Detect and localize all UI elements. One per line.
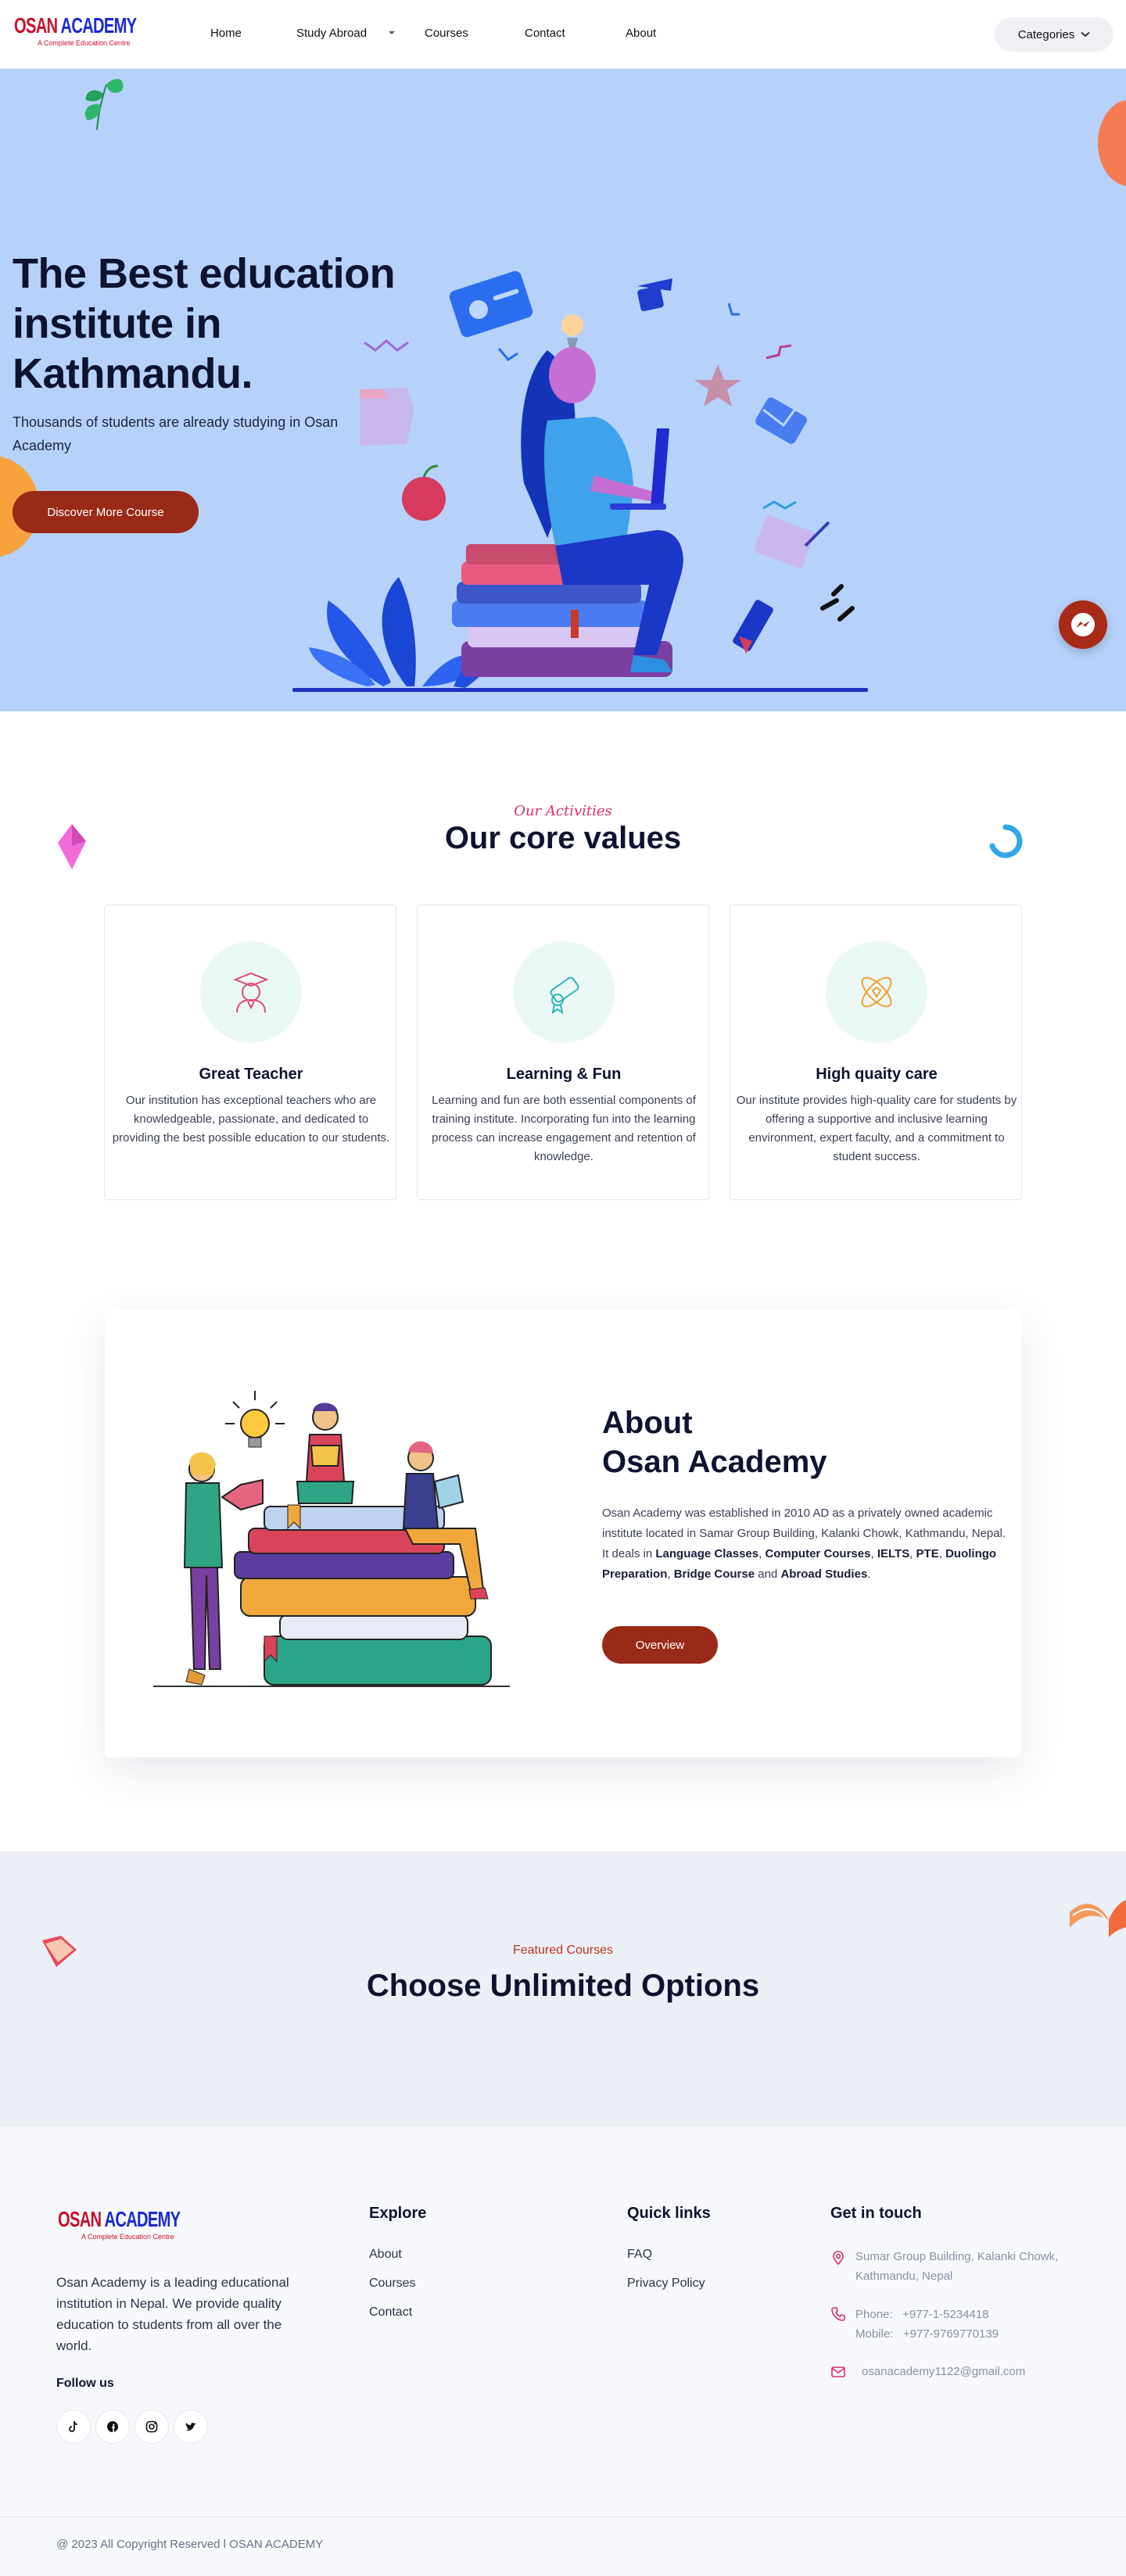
featured-courses-section: Featured Courses Choose Unlimited Option…: [0, 1851, 1126, 2126]
footer-link-privacy[interactable]: Privacy Policy: [627, 2277, 705, 2291]
offering-computer-courses: Computer Courses: [765, 1547, 871, 1560]
footer-link-contact[interactable]: Contact: [369, 2306, 412, 2320]
footer-link-courses[interactable]: Courses: [369, 2277, 416, 2291]
explore-heading: Explore: [369, 2205, 427, 2222]
diploma-icon: [550, 976, 579, 1015]
leaf-decoration-icon: [84, 79, 124, 131]
quick-links-heading: Quick links: [627, 2205, 711, 2222]
courses-eyebrow: Featured Courses: [512, 1944, 614, 1957]
card-icon-wrap: [826, 941, 927, 1043]
value-card: Great Teacher Our institution has except…: [104, 905, 396, 1200]
footer-link-about[interactable]: About: [369, 2248, 402, 2262]
instagram-link[interactable]: [134, 2409, 169, 2444]
courses-title: Choose Unlimited Options: [366, 1969, 760, 2003]
nav-home[interactable]: Home: [210, 27, 242, 40]
mail-icon: [831, 2366, 845, 2377]
facebook-icon: [107, 2421, 118, 2432]
footer-phones: Phone: +977-1-5234418 Mobile: +977-97697…: [855, 2308, 999, 2341]
card-title: High quaity care: [816, 1066, 938, 1083]
about-title: About Osan Academy: [602, 1406, 827, 1479]
site-logo[interactable]: OSAN ACADEMY A Complete Education Centre: [14, 13, 137, 55]
graduate-icon: [233, 972, 269, 1013]
phone-icon: [831, 2307, 845, 2321]
mobile-link[interactable]: +977-9769770139: [903, 2327, 999, 2341]
about-description: Osan Academy was established in 2010 AD …: [602, 1507, 1006, 1581]
categories-button[interactable]: Categories: [995, 17, 1113, 52]
email-link[interactable]: osanacademy1122@gmail.com: [862, 2362, 1025, 2381]
logo-wordmark: OSAN ACADEMY: [14, 13, 137, 38]
logo-tagline: A Complete Education Centre: [81, 2233, 174, 2241]
logo-wordmark: OSAN ACADEMY: [58, 2207, 181, 2231]
student-laptop-illustration: [292, 270, 868, 692]
tiktok-link[interactable]: [56, 2409, 91, 2444]
categories-label: Categories: [1017, 27, 1075, 41]
phone-link[interactable]: +977-1-5234418: [902, 2308, 989, 2321]
site-footer: OSAN ACADEMY A Complete Education Centre…: [0, 2126, 1126, 2576]
card-icon-wrap: [513, 941, 615, 1043]
instagram-icon: [145, 2420, 158, 2433]
offering-pte: PTE: [916, 1547, 939, 1560]
location-pin-icon: [833, 2251, 844, 2266]
open-book-decoration-icon: [1070, 1900, 1126, 1937]
card-text: Our institution has exceptional teachers…: [112, 1094, 390, 1145]
messenger-icon: [1071, 613, 1095, 636]
offering-ielts: IELTS: [877, 1547, 910, 1560]
site-header: OSAN ACADEMY A Complete Education Centre…: [0, 0, 1126, 69]
offering-bridge-course: Bridge Course: [673, 1567, 755, 1581]
twitter-icon: [185, 2422, 196, 2431]
card-title: Learning & Fun: [506, 1066, 622, 1083]
atom-icon: [861, 976, 892, 1008]
value-card: Learning & Fun Learning and fun are both…: [417, 905, 709, 1200]
card-icon-wrap: [200, 941, 302, 1043]
get-in-touch-heading: Get in touch: [830, 2205, 922, 2222]
footer-about-text: Osan Academy is a leading educational in…: [56, 2275, 289, 2353]
values-eyebrow: Our Activities: [514, 803, 612, 819]
about-section: About Osan Academy Osan Academy was estab…: [105, 1309, 1021, 1757]
footer-link-faq[interactable]: FAQ: [627, 2248, 652, 2262]
offering-language-classes: Language Classes: [655, 1547, 759, 1560]
card-text: Our institute provides high-quality care…: [736, 1094, 1017, 1163]
chevron-down-icon[interactable]: [388, 30, 396, 36]
logo-tagline: A Complete Education Centre: [38, 39, 131, 47]
values-title: Our core values: [444, 821, 682, 855]
hero-section: The Best education institute in Kathmand…: [0, 69, 1126, 711]
value-card: High quaity care Our institute provides …: [730, 905, 1022, 1200]
nav-contact[interactable]: Contact: [525, 27, 565, 40]
follow-us-label: Follow us: [56, 2377, 114, 2390]
chevron-down-icon: [1081, 31, 1090, 38]
students-on-books-illustration: [153, 1391, 510, 1687]
footer-logo[interactable]: OSAN ACADEMY A Complete Education Centre: [58, 2207, 181, 2247]
nav-study-abroad[interactable]: Study Abroad: [296, 27, 367, 40]
card-text: Learning and fun are both essential comp…: [432, 1094, 696, 1163]
coral-blob-decoration: [1098, 100, 1126, 186]
nav-courses[interactable]: Courses: [425, 27, 468, 40]
card-title: Great Teacher: [199, 1066, 303, 1083]
offering-abroad-studies: Abroad Studies: [780, 1567, 868, 1581]
tiktok-icon: [69, 2420, 78, 2432]
messenger-chat-button[interactable]: [1059, 600, 1107, 649]
footer-address: Sumar Group Building, Kalanki Chowk, Kath…: [855, 2250, 1059, 2283]
copyright-text: @ 2023 All Copyright Reserved l OSAN ACA…: [56, 2538, 324, 2551]
overview-button[interactable]: Overview: [602, 1626, 718, 1664]
facebook-link[interactable]: [95, 2409, 130, 2444]
nav-about[interactable]: About: [626, 27, 656, 40]
discover-courses-button[interactable]: Discover More Course: [13, 491, 199, 533]
twitter-link[interactable]: [174, 2409, 208, 2444]
